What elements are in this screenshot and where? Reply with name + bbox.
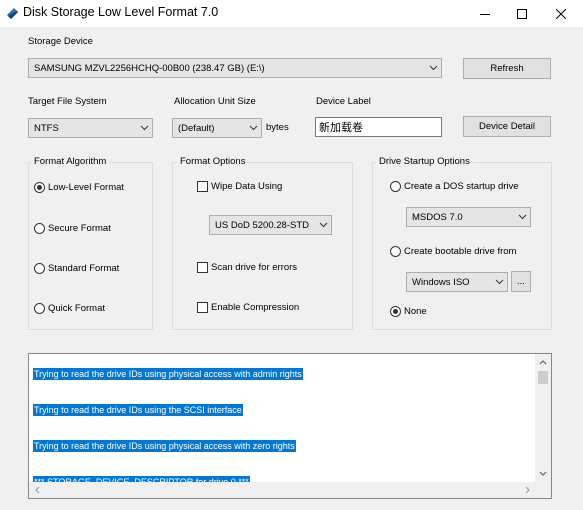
- horizontal-scrollbar[interactable]: [29, 482, 535, 498]
- startup-options-title: Drive Startup Options: [376, 156, 473, 167]
- radio-label: Standard Format: [48, 263, 120, 274]
- checkbox-label: Scan drive for errors: [211, 262, 298, 273]
- radio-label: None: [404, 306, 427, 317]
- log-line: Trying to read the drive IDs using the S…: [33, 404, 243, 416]
- radio-indicator: [34, 263, 45, 274]
- radio-none[interactable]: None: [390, 306, 427, 317]
- boot-source-select[interactable]: Windows ISO: [406, 272, 508, 292]
- file-system-select[interactable]: NTFS: [28, 118, 153, 138]
- allocation-unit: bytes: [266, 122, 289, 133]
- scrollbar-thumb[interactable]: [538, 371, 548, 384]
- close-icon: [556, 8, 566, 19]
- dos-version-select[interactable]: MSDOS 7.0: [406, 207, 531, 227]
- checkbox-box: [197, 302, 208, 313]
- file-system-label: Target File System: [28, 96, 107, 107]
- close-button[interactable]: [539, 0, 583, 27]
- log-line: Trying to read the drive IDs using physi…: [33, 440, 296, 452]
- radio-low-level-format[interactable]: Low-Level Format: [34, 182, 124, 193]
- chevron-down-icon[interactable]: [539, 471, 547, 477]
- log-output[interactable]: Trying to read the drive IDs using physi…: [28, 353, 552, 499]
- radio-indicator: [390, 246, 401, 257]
- chevron-left-icon[interactable]: [34, 486, 40, 494]
- radio-indicator: [390, 181, 401, 192]
- allocation-label: Allocation Unit Size: [174, 96, 256, 107]
- file-system-value: NTFS: [34, 122, 59, 134]
- title-bar: Disk Storage Low Level Format 7.0: [0, 0, 583, 27]
- wipe-method-value: US DoD 5200.28-STD: [215, 219, 309, 231]
- storage-device-label: Storage Device: [28, 36, 93, 47]
- log-line: Trying to read the drive IDs using physi…: [33, 368, 303, 380]
- window-title: Disk Storage Low Level Format 7.0: [23, 5, 219, 19]
- dos-version-value: MSDOS 7.0: [412, 211, 463, 223]
- scan-errors-checkbox[interactable]: Scan drive for errors: [197, 262, 297, 273]
- format-options-title: Format Options: [177, 156, 249, 167]
- chevron-down-icon: [492, 272, 507, 292]
- radio-label: Low-Level Format: [48, 182, 125, 193]
- checkbox-label: Enable Compression: [211, 302, 300, 313]
- allocation-value: (Default): [178, 122, 215, 134]
- device-label-caption: Device Label: [316, 96, 371, 107]
- allocation-select[interactable]: (Default): [172, 118, 262, 138]
- device-label-value: 新加载卷: [319, 122, 363, 134]
- checkbox-label: Wipe Data Using: [211, 181, 283, 192]
- chevron-down-icon: [316, 215, 331, 235]
- wipe-method-select[interactable]: US DoD 5200.28-STD: [209, 215, 332, 235]
- chevron-up-icon[interactable]: [539, 359, 547, 365]
- chevron-down-icon: [426, 58, 441, 78]
- wipe-data-checkbox[interactable]: Wipe Data Using: [197, 181, 282, 192]
- radio-label: Create a DOS startup drive: [404, 181, 519, 192]
- vertical-scrollbar[interactable]: [535, 354, 551, 482]
- format-algorithm-title: Format Algorithm: [31, 156, 110, 167]
- chevron-right-icon[interactable]: [525, 486, 531, 494]
- chevron-down-icon: [515, 207, 530, 227]
- disk-icon: [7, 8, 18, 19]
- browse-button-label: ...: [517, 276, 525, 287]
- radio-indicator: [34, 223, 45, 234]
- storage-device-value: SAMSUNG MZVL2256HCHQ-00B00 (238.47 GB) (…: [34, 62, 265, 74]
- minimize-icon: [480, 13, 490, 15]
- radio-standard-format[interactable]: Standard Format: [34, 263, 119, 274]
- storage-device-select[interactable]: SAMSUNG MZVL2256HCHQ-00B00 (238.47 GB) (…: [28, 58, 442, 78]
- radio-dos-startup[interactable]: Create a DOS startup drive: [390, 181, 519, 192]
- maximize-icon: [517, 8, 527, 19]
- radio-indicator: [390, 306, 401, 317]
- radio-label: Secure Format: [48, 223, 111, 234]
- radio-indicator: [34, 303, 45, 314]
- checkbox-box: [197, 181, 208, 192]
- radio-label: Quick Format: [48, 303, 106, 314]
- chevron-down-icon: [137, 118, 152, 138]
- compression-checkbox[interactable]: Enable Compression: [197, 302, 299, 313]
- chevron-down-icon: [246, 118, 261, 138]
- scrollbar-corner: [535, 482, 551, 498]
- device-detail-button[interactable]: Device Detail: [463, 116, 551, 137]
- device-label-input[interactable]: 新加载卷: [315, 117, 442, 137]
- boot-source-value: Windows ISO: [412, 276, 470, 288]
- radio-quick-format[interactable]: Quick Format: [34, 303, 105, 314]
- radio-label: Create bootable drive from: [404, 246, 517, 257]
- device-detail-button-label: Device Detail: [479, 121, 535, 132]
- radio-bootable-drive[interactable]: Create bootable drive from: [390, 246, 516, 257]
- refresh-button[interactable]: Refresh: [463, 58, 551, 79]
- radio-indicator: [34, 182, 45, 193]
- browse-button[interactable]: ...: [511, 271, 531, 292]
- radio-secure-format[interactable]: Secure Format: [34, 223, 111, 234]
- maximize-button[interactable]: [500, 0, 544, 27]
- refresh-button-label: Refresh: [490, 63, 524, 74]
- checkbox-box: [197, 262, 208, 273]
